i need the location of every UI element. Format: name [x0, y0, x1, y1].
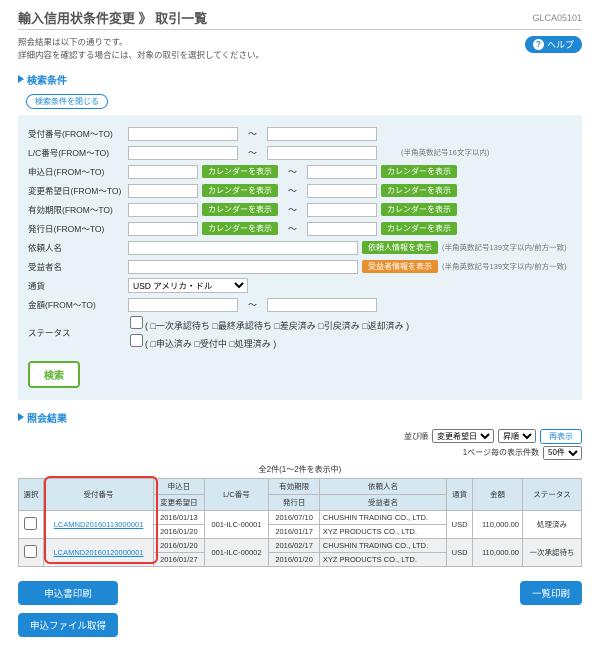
calendar-button[interactable]: カレンダーを表示	[381, 222, 457, 235]
table-row: LCAMND20160113000001 2016/01/13 001-ILC-…	[19, 510, 582, 524]
receipt-from[interactable]	[128, 127, 238, 141]
search-button[interactable]: 検索	[28, 361, 80, 388]
apply-to[interactable]	[307, 165, 377, 179]
page-size-select[interactable]: 50件	[543, 446, 582, 460]
issue-from[interactable]	[128, 222, 198, 236]
help-button[interactable]: ヘルプ	[525, 36, 582, 53]
get-file-button[interactable]: 申込ファイル取得	[18, 613, 118, 637]
result-controls: 並び順変更希望日 昇順 再表示	[18, 429, 582, 444]
receipt-link[interactable]: LCAMND20160120000001	[53, 548, 143, 557]
redisplay-button[interactable]: 再表示	[540, 429, 582, 444]
amount-from[interactable]	[128, 298, 238, 312]
close-search-button[interactable]: 検索条件を閉じる	[26, 94, 108, 109]
lc-to[interactable]	[267, 146, 377, 160]
table-row: LCAMND20160120000001 2016/01/20 001-ILC-…	[19, 538, 582, 552]
row-select[interactable]	[24, 517, 37, 530]
sort-key-select[interactable]: 変更希望日	[432, 429, 494, 443]
calendar-button[interactable]: カレンダーを表示	[381, 184, 457, 197]
receipt-link[interactable]: LCAMND20160113000001	[54, 520, 144, 529]
beneficiary-name[interactable]	[128, 260, 358, 274]
expire-to[interactable]	[307, 203, 377, 217]
expire-from[interactable]	[128, 203, 198, 217]
currency-select[interactable]: USD アメリカ・ドル	[128, 278, 248, 293]
amount-to[interactable]	[267, 298, 377, 312]
triangle-icon	[18, 413, 24, 421]
search-form: 受付番号(FROM～TO)～ L/C番号(FROM～TO)～(半角英数記号16文…	[18, 115, 582, 400]
print-list-button[interactable]: 一覧印刷	[520, 581, 582, 605]
requester-info-button[interactable]: 依頼人情報を表示	[362, 241, 438, 254]
result-table: 選択 受付番号 申込日 L/C番号 有効期限 依頼人名 通貨 金額 ステータス …	[18, 478, 582, 567]
print-app-button[interactable]: 申込書印刷	[18, 581, 118, 605]
row-select[interactable]	[24, 545, 37, 558]
beneficiary-info-button[interactable]: 受益者情報を表示	[362, 260, 438, 273]
apply-from[interactable]	[128, 165, 198, 179]
triangle-icon	[18, 75, 24, 83]
calendar-button[interactable]: カレンダーを表示	[381, 203, 457, 216]
screen-id: GLCA05101	[532, 13, 582, 23]
page-title: 輸入信用状条件変更 》 取引一覧	[18, 8, 207, 27]
change-from[interactable]	[128, 184, 198, 198]
issue-to[interactable]	[307, 222, 377, 236]
calendar-button[interactable]: カレンダーを表示	[202, 165, 278, 178]
receipt-to[interactable]	[267, 127, 377, 141]
status-cb[interactable]	[130, 334, 143, 347]
sort-order-select[interactable]: 昇順	[498, 429, 536, 443]
pager-info: 全2件(1～2件を表示中)	[18, 464, 582, 475]
calendar-button[interactable]: カレンダーを表示	[202, 184, 278, 197]
result-message: 照会結果は以下の通りです。詳細内容を確認する場合には、対象の取引を選択してくださ…	[18, 36, 264, 62]
section-search-header: 検索条件	[18, 72, 582, 87]
section-result-header: 照会結果	[18, 410, 582, 425]
calendar-button[interactable]: カレンダーを表示	[381, 165, 457, 178]
calendar-button[interactable]: カレンダーを表示	[202, 203, 278, 216]
status-cb[interactable]	[130, 316, 143, 329]
requester-name[interactable]	[128, 241, 358, 255]
lc-from[interactable]	[128, 146, 238, 160]
calendar-button[interactable]: カレンダーを表示	[202, 222, 278, 235]
change-to[interactable]	[307, 184, 377, 198]
